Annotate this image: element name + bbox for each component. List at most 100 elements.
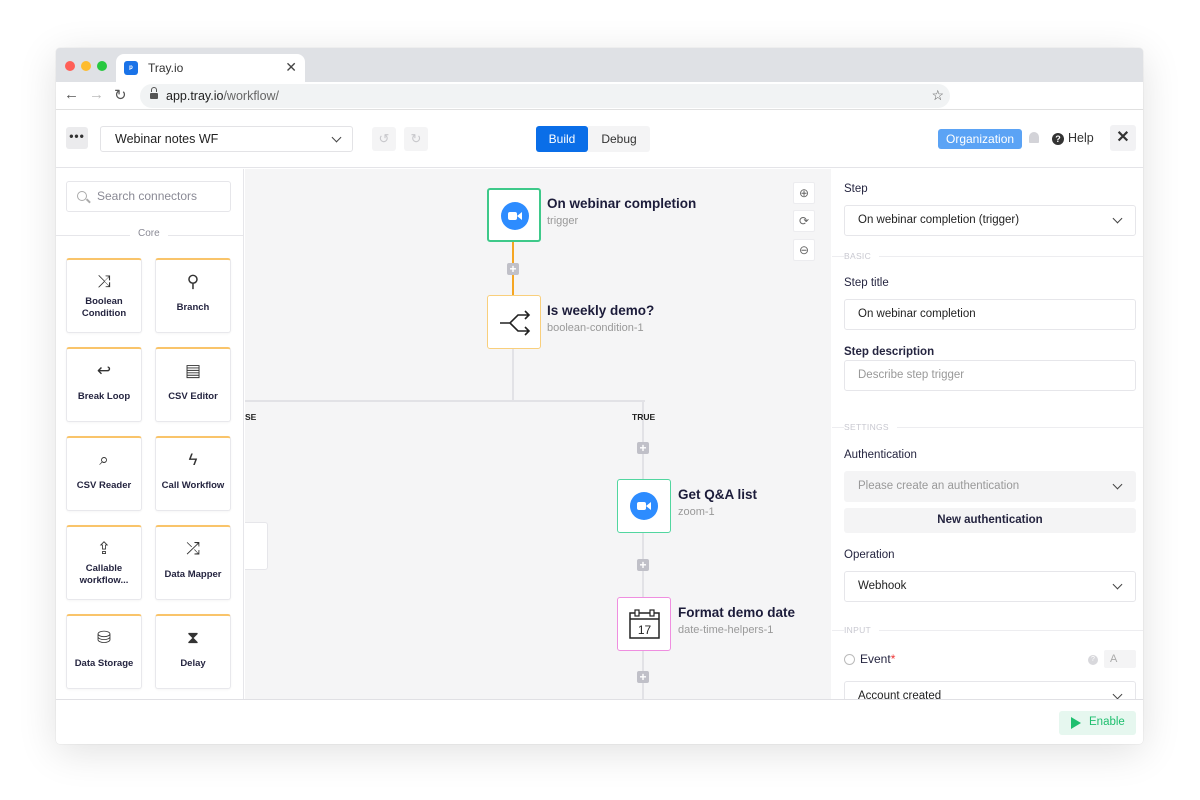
window-maximize-button[interactable] <box>97 61 107 71</box>
connector-label: Call Workflow <box>161 480 225 491</box>
step-node-partial[interactable] <box>245 522 268 570</box>
browser-tab[interactable]: ᵖ Tray.io ✕ <box>116 54 305 82</box>
step-node-date[interactable]: 17 <box>617 597 671 651</box>
database-icon: ⛁ <box>96 628 112 647</box>
connector-label: Callable workflow... <box>79 563 129 586</box>
reload-icon[interactable]: ↻ <box>114 86 127 104</box>
window-close-button[interactable] <box>65 61 75 71</box>
help-button[interactable]: Help <box>1068 131 1094 145</box>
browser-tab-bar: ᵖ Tray.io ✕ <box>56 48 1143 82</box>
step-description-label: Step description <box>844 346 935 358</box>
section-label-core: Core <box>130 228 168 239</box>
step-select-value: On webinar completion (trigger) <box>858 214 1020 226</box>
tab-title: Tray.io <box>148 61 184 75</box>
question-icon[interactable]: ? <box>1088 655 1098 665</box>
connector-label: Delay <box>180 658 206 669</box>
event-radio[interactable] <box>844 654 855 665</box>
workflow-select[interactable]: Webinar notes WF <box>100 126 353 152</box>
connector-data-mapper[interactable]: ⤮ Data Mapper <box>155 525 231 600</box>
csv-reader-icon: ⌕ <box>99 450 109 469</box>
operation-select[interactable]: Webhook <box>844 571 1136 602</box>
back-icon[interactable]: ← <box>64 86 79 103</box>
step-subtitle: trigger <box>547 215 579 227</box>
tab-close-icon[interactable]: ✕ <box>285 59 297 76</box>
url-text: app.tray.io/workflow/ <box>166 89 280 103</box>
add-step-button[interactable]: + <box>507 263 519 275</box>
authentication-select[interactable]: Please create an authentication <box>844 471 1136 502</box>
undo-button[interactable]: ↺ <box>372 127 396 151</box>
connector-boolean-condition[interactable]: ⤨ Boolean Condition <box>66 258 142 333</box>
connector-callable-workflow[interactable]: ⇪ Callable workflow... <box>66 525 142 600</box>
chevron-down-icon <box>1112 213 1123 224</box>
debug-mode-button[interactable]: Debug <box>588 126 650 152</box>
build-mode-button[interactable]: Build <box>536 126 588 152</box>
redo-button[interactable]: ↻ <box>404 127 428 151</box>
organization-button[interactable]: Organization <box>938 129 1023 149</box>
connector-break-loop[interactable]: ↩ Break Loop <box>66 347 142 422</box>
enable-workflow-button[interactable]: Enable <box>1059 711 1136 735</box>
branch-label-true: TRUE <box>632 412 656 422</box>
add-step-button[interactable]: + <box>637 559 649 571</box>
reset-view-button[interactable]: ⟳ <box>793 210 815 232</box>
step-select[interactable]: On webinar completion (trigger) <box>844 205 1136 236</box>
step-node-boolean[interactable] <box>487 295 541 349</box>
connector-label: Data Mapper <box>164 569 222 580</box>
footer-bar: Enable <box>56 699 1143 744</box>
step-description-input[interactable]: Describe step trigger <box>844 360 1136 391</box>
address-bar: ← → ↻ app.tray.io/workflow/ ☆ <box>56 82 1143 110</box>
section-label-basic: BASIC <box>844 251 880 261</box>
step-node-trigger[interactable] <box>487 188 541 242</box>
help-icon: ? <box>1052 133 1064 145</box>
window-minimize-button[interactable] <box>81 61 91 71</box>
step-title-value: On webinar completion <box>858 308 976 320</box>
bookmark-star-icon[interactable]: ☆ <box>931 87 944 104</box>
play-icon <box>1071 717 1081 729</box>
shuffle-icon: ⤮ <box>186 539 200 558</box>
connector-label: CSV Editor <box>168 391 218 402</box>
lock-icon <box>150 87 158 100</box>
event-value: Account created <box>858 690 942 699</box>
branch-label-false: SE <box>245 412 257 422</box>
connector-csv-editor[interactable]: ▤ CSV Editor <box>155 347 231 422</box>
search-icon <box>77 191 87 201</box>
step-node-zoom[interactable] <box>617 479 671 533</box>
boolean-condition-icon: ⤨ <box>97 272 111 291</box>
value-type-select[interactable]: A <box>1104 650 1136 668</box>
zoom-video-icon <box>630 492 658 520</box>
more-menu-button[interactable]: ••• <box>66 127 88 149</box>
connector-label: Boolean Condition <box>81 296 127 319</box>
app-header: ••• Webinar notes WF ↺ ↻ Build Debug Org… <box>56 110 1143 168</box>
connector-call-workflow[interactable]: ϟ Call Workflow <box>155 436 231 511</box>
search-connectors-input[interactable] <box>97 189 217 203</box>
close-builder-button[interactable]: ✕ <box>1110 125 1136 151</box>
step-properties-panel: Step On webinar completion (trigger) BAS… <box>832 169 1143 699</box>
connector-label: Data Storage <box>74 658 134 669</box>
step-subtitle: date-time-helpers-1 <box>678 624 774 636</box>
workflow-canvas[interactable]: On webinar completion trigger + Is weekl… <box>245 169 831 699</box>
connector-csv-reader[interactable]: ⌕ CSV Reader <box>66 436 142 511</box>
connector-label: Break Loop <box>77 391 131 402</box>
bell-icon[interactable] <box>1029 132 1039 143</box>
step-title-input[interactable]: On webinar completion <box>844 299 1136 330</box>
connector-data-storage[interactable]: ⛁ Data Storage <box>66 614 142 689</box>
add-step-button[interactable]: + <box>637 442 649 454</box>
svg-text:17: 17 <box>638 623 652 637</box>
authentication-label: Authentication <box>844 449 917 461</box>
workflow-name: Webinar notes WF <box>115 132 219 146</box>
forward-icon[interactable]: → <box>89 86 104 103</box>
boolean-condition-icon <box>500 310 531 336</box>
new-authentication-button[interactable]: New authentication <box>844 508 1136 533</box>
calendar-icon: 17 <box>629 609 660 639</box>
add-step-button[interactable]: + <box>637 671 649 683</box>
event-select[interactable]: Account created <box>844 681 1136 699</box>
step-label: Step <box>844 183 868 195</box>
connector-delay[interactable]: ⧗ Delay <box>155 614 231 689</box>
connector-line <box>512 349 514 401</box>
zoom-in-button[interactable]: ⊕ <box>793 182 815 204</box>
zoom-out-button[interactable]: ⊖ <box>793 239 815 261</box>
connector-branch[interactable]: ⚲ Branch <box>155 258 231 333</box>
zoom-video-icon <box>501 202 529 230</box>
event-label: Event* <box>860 652 896 666</box>
url-input[interactable]: app.tray.io/workflow/ ☆ <box>140 84 950 108</box>
csv-editor-icon: ▤ <box>184 361 202 380</box>
